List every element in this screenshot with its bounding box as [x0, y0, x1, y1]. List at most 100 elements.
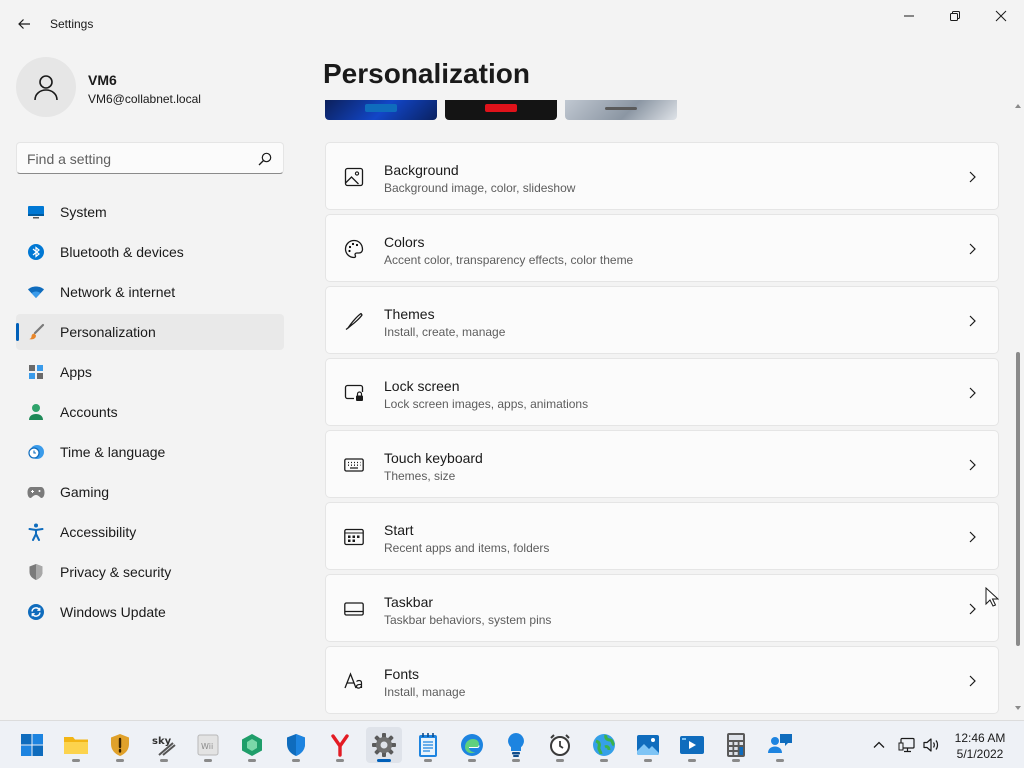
minimize-icon: [904, 15, 914, 17]
title-bar: Settings: [0, 0, 1024, 48]
profile-email: VM6@collabnet.local: [88, 92, 201, 106]
network-status-button[interactable]: [896, 721, 918, 768]
sidebar-item-label: Gaming: [60, 484, 110, 500]
vertical-scrollbar[interactable]: [1012, 100, 1024, 720]
green-app-icon: [242, 734, 262, 756]
sidebar-item-gaming[interactable]: Gaming: [16, 474, 284, 510]
close-button[interactable]: [978, 0, 1024, 32]
sidebar-item-system[interactable]: System: [16, 194, 284, 230]
sidebar-item-privacy[interactable]: Privacy & security: [16, 554, 284, 590]
edge-icon: [461, 734, 483, 756]
show-hidden-icons-button[interactable]: [868, 721, 890, 768]
maximize-button[interactable]: [932, 0, 978, 32]
running-indicator: [204, 759, 212, 762]
running-indicator: [424, 759, 432, 762]
taskbar-app[interactable]: [542, 727, 578, 763]
clock-date: 5/1/2022: [956, 747, 1004, 761]
avatar: [16, 57, 76, 117]
settings-content: Background Background image, color, slid…: [300, 100, 1010, 720]
lightbulb-app-icon: [508, 733, 524, 757]
chevron-right-icon: [969, 531, 976, 543]
app-title: Settings: [50, 17, 94, 31]
chevron-right-icon: [969, 171, 976, 183]
background-card[interactable]: Background Background image, color, slid…: [325, 142, 999, 210]
taskbar-app[interactable]: [586, 727, 622, 763]
back-button[interactable]: [8, 8, 40, 40]
defender-shield-icon: [287, 734, 305, 756]
user-profile[interactable]: VM6 VM6@collabnet.local: [16, 57, 286, 117]
sidebar-item-network[interactable]: Network & internet: [16, 274, 284, 310]
sidebar-item-apps[interactable]: Apps: [16, 354, 284, 390]
sidebar-nav: System Bluetooth & devices Network & int…: [16, 194, 284, 634]
palette-icon: [344, 239, 364, 259]
scrollbar-thumb[interactable]: [1016, 352, 1020, 646]
alarm-clock-icon: [550, 734, 570, 756]
fonts-card[interactable]: Fonts Install, manage: [325, 646, 999, 714]
chevron-right-icon: [969, 603, 976, 615]
sidebar-item-label: System: [60, 204, 107, 220]
themes-card[interactable]: Themes Install, create, manage: [325, 286, 999, 354]
profile-name: VM6: [88, 72, 117, 88]
svg-text:sky: sky: [152, 736, 172, 747]
media-player-icon: [680, 736, 704, 754]
taskbar-app-settings[interactable]: [366, 727, 402, 763]
back-arrow-icon: [18, 19, 30, 29]
taskbar-app[interactable]: [454, 727, 490, 763]
card-description: Background image, color, slideshow: [384, 181, 576, 195]
taskbar-card[interactable]: Taskbar Taskbar behaviors, system pins: [325, 574, 999, 642]
taskbar-app[interactable]: [674, 727, 710, 763]
running-indicator: [512, 759, 520, 762]
touch-keyboard-card[interactable]: Touch keyboard Themes, size: [325, 430, 999, 498]
accessibility-icon: [26, 522, 46, 542]
sidebar-item-label: Network & internet: [60, 284, 176, 300]
card-title: Lock screen: [384, 378, 460, 394]
sidebar-item-personalization[interactable]: Personalization: [16, 314, 284, 350]
page-title: Personalization: [323, 58, 530, 89]
taskbar-app[interactable]: [102, 727, 138, 763]
sidebar-item-accounts[interactable]: Accounts: [16, 394, 284, 430]
taskbar-app[interactable]: [762, 727, 798, 763]
search-input[interactable]: [27, 149, 247, 169]
fonts-icon: [344, 672, 363, 689]
sidebar-item-label: Accessibility: [60, 524, 137, 540]
sidebar-item-windows-update[interactable]: Windows Update: [16, 594, 284, 630]
bluetooth-icon: [26, 242, 46, 262]
taskbar-app[interactable]: [58, 727, 94, 763]
start-button[interactable]: [14, 727, 50, 763]
taskbar-app[interactable]: [630, 727, 666, 763]
start-icon: [21, 734, 43, 756]
people-chat-icon: [768, 734, 792, 753]
scroll-up-arrow-icon[interactable]: [1014, 102, 1022, 110]
taskbar-app[interactable]: [278, 727, 314, 763]
yandex-icon: [331, 734, 349, 757]
globe-app-icon: [593, 734, 615, 756]
taskbar-app[interactable]: [322, 727, 358, 763]
taskbar-app[interactable]: [498, 727, 534, 763]
running-indicator: [556, 759, 564, 762]
taskbar-app[interactable]: [410, 727, 446, 763]
taskbar-app[interactable]: Wii: [190, 727, 226, 763]
theme-thumbnail[interactable]: [445, 100, 557, 120]
search-icon[interactable]: [257, 151, 273, 167]
taskbar-app[interactable]: [234, 727, 270, 763]
sidebar-item-accessibility[interactable]: Accessibility: [16, 514, 284, 550]
colors-card[interactable]: Colors Accent color, transparency effect…: [325, 214, 999, 282]
theme-thumbnail[interactable]: [325, 100, 437, 120]
search-box[interactable]: [16, 142, 284, 174]
theme-thumbnail[interactable]: [565, 100, 677, 120]
volume-button[interactable]: [920, 721, 942, 768]
running-indicator: [160, 759, 168, 762]
sidebar-item-bluetooth[interactable]: Bluetooth & devices: [16, 234, 284, 270]
card-description: Lock screen images, apps, animations: [384, 397, 589, 411]
start-card[interactable]: Start Recent apps and items, folders: [325, 502, 999, 570]
taskbar-app[interactable]: sky: [146, 727, 182, 763]
lock-screen-card[interactable]: Lock screen Lock screen images, apps, an…: [325, 358, 999, 426]
clock[interactable]: 12:46 AM 5/1/2022: [948, 730, 1012, 762]
running-indicator: [468, 759, 476, 762]
minimize-button[interactable]: [886, 0, 932, 32]
sidebar-item-time-language[interactable]: Time & language: [16, 434, 284, 470]
card-title: Background: [384, 162, 459, 178]
taskbar-app[interactable]: [718, 727, 754, 763]
gamepad-icon: [26, 482, 46, 502]
scroll-down-arrow-icon[interactable]: [1014, 704, 1022, 712]
